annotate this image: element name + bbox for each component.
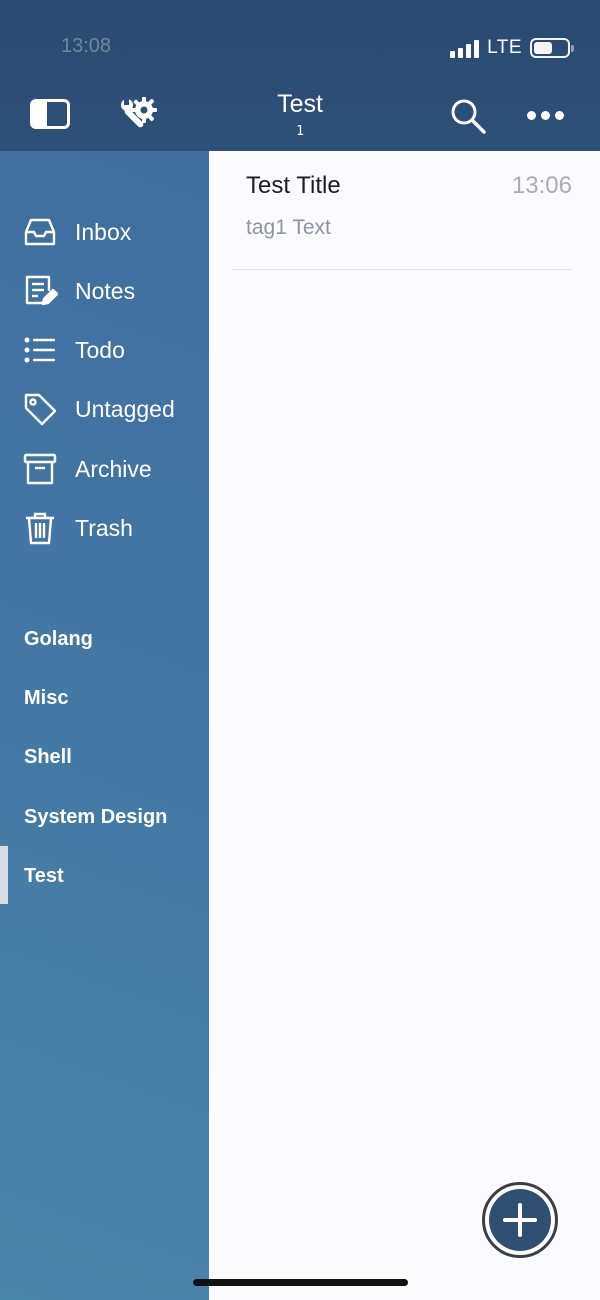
page-title: Test	[277, 90, 323, 118]
search-icon[interactable]	[448, 96, 488, 136]
sidebar-item-trash[interactable]: Trash	[22, 506, 202, 550]
sidebar-item-label: Notes	[75, 277, 136, 304]
sidebar-item-todo[interactable]: Todo	[22, 328, 202, 372]
more-options-icon[interactable]	[527, 107, 567, 123]
note-list-item[interactable]: Test Title 13:06 tag1 Text	[232, 160, 572, 270]
note-title: Test Title	[246, 172, 341, 199]
plus-icon	[489, 1189, 551, 1251]
sidebar-toggle-icon[interactable]	[30, 99, 70, 129]
sidebar-tag-golang[interactable]: Golang	[24, 622, 204, 656]
sidebar-item-label: Inbox	[75, 218, 132, 245]
sidebar-item-inbox[interactable]: Inbox	[22, 210, 202, 254]
trash-icon	[22, 510, 58, 546]
status-indicators: LTE	[450, 35, 574, 61]
sidebar-item-label: Todo	[75, 336, 125, 363]
note-time: 13:06	[511, 172, 572, 199]
todo-list-icon	[22, 332, 58, 368]
battery-icon	[530, 38, 574, 58]
sidebar-item-notes[interactable]: Notes	[22, 269, 202, 313]
new-note-button[interactable]	[482, 1182, 558, 1258]
sidebar-item-untagged[interactable]: Untagged	[22, 387, 202, 431]
archive-icon	[22, 451, 58, 487]
network-label: LTE	[487, 37, 522, 58]
note-count: 1	[296, 124, 304, 139]
settings-wrench-gear-icon[interactable]	[118, 94, 162, 134]
note-preview: tag1 Text	[246, 216, 331, 239]
sidebar-tag-test[interactable]: Test	[24, 859, 204, 893]
active-tag-indicator	[0, 846, 8, 904]
top-bar: 13:08 LTE Test 1	[0, 0, 600, 151]
sidebar-item-archive[interactable]: Archive	[22, 447, 202, 491]
sidebar-item-label: Archive	[75, 455, 152, 482]
sidebar: Inbox Notes Todo Untagged Archive Trash …	[0, 151, 209, 1300]
sidebar-item-label: Untagged	[75, 395, 175, 422]
sidebar-item-label: Trash	[75, 514, 133, 541]
home-indicator	[193, 1279, 408, 1286]
tag-icon	[22, 391, 58, 427]
sidebar-tag-misc[interactable]: Misc	[24, 681, 204, 715]
signal-strength-icon	[450, 38, 480, 58]
notes-icon	[22, 273, 58, 309]
sidebar-tag-system-design[interactable]: System Design	[24, 800, 204, 834]
inbox-icon	[22, 214, 58, 250]
sidebar-tag-shell[interactable]: Shell	[24, 740, 204, 774]
status-time: 13:08	[61, 35, 112, 57]
